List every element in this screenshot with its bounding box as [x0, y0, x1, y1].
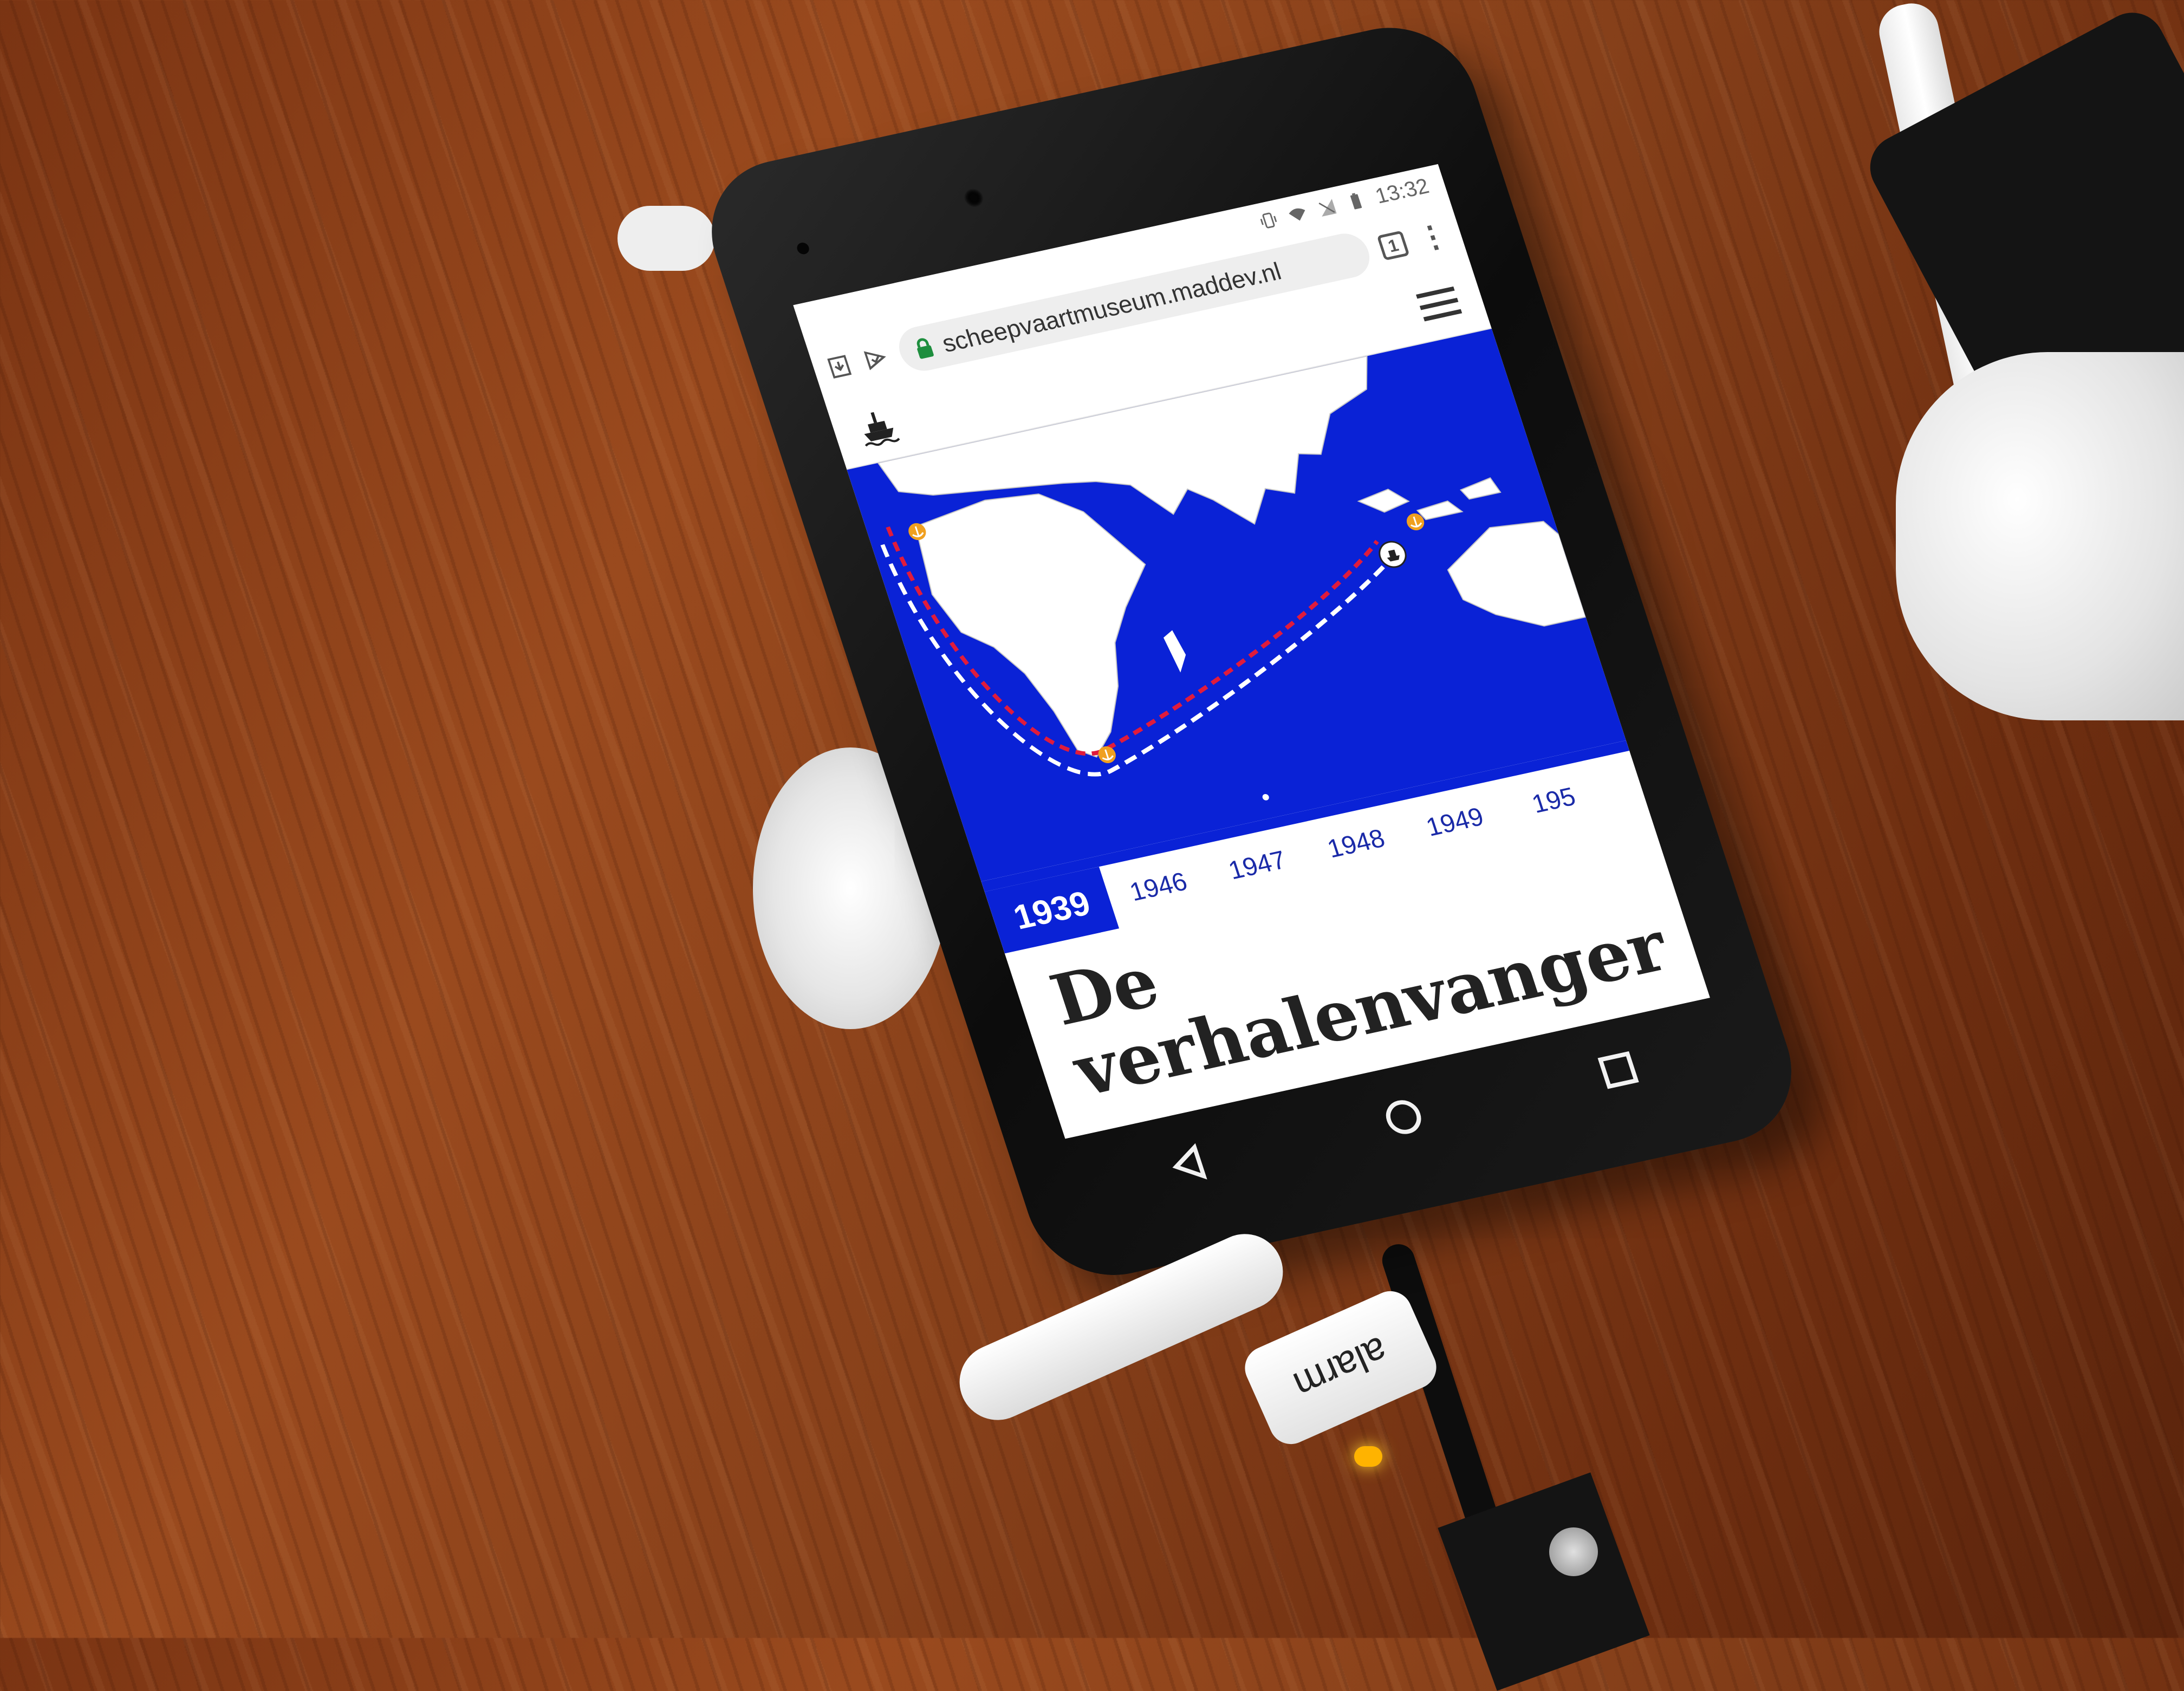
- indonesia-land: [1357, 477, 1502, 521]
- status-time: 13:32: [1372, 174, 1432, 208]
- alarm-label: alarm: [1287, 1328, 1394, 1408]
- back-icon[interactable]: [1161, 1139, 1217, 1189]
- map-dot: [1262, 794, 1269, 801]
- africa-land: [915, 493, 1146, 758]
- no-signal-icon: [1318, 199, 1337, 217]
- wifi-icon: [1289, 208, 1305, 221]
- year-item[interactable]: 195: [1500, 776, 1608, 825]
- neighbour-stand: [1896, 352, 2184, 720]
- battery-icon: [1350, 193, 1362, 210]
- alarm-led: [1354, 1446, 1382, 1467]
- year-item[interactable]: 1949: [1401, 797, 1509, 847]
- hamburger-menu-icon[interactable]: [1412, 281, 1466, 326]
- year-item[interactable]: 1947: [1203, 840, 1311, 890]
- ship-marker-icon[interactable]: [1376, 539, 1409, 570]
- australia-land: [1447, 521, 1587, 627]
- year-item[interactable]: 1946: [1104, 862, 1212, 912]
- lock-icon: [916, 338, 934, 359]
- recents-icon[interactable]: [1591, 1045, 1646, 1095]
- phone-screen: 13:32 scheepvaartmuseum.maddev.nl 1 ⋮ 19…: [793, 164, 1710, 1139]
- tab-switcher-button[interactable]: 1: [1376, 230, 1410, 261]
- overflow-menu-button[interactable]: ⋮: [1413, 217, 1452, 256]
- front-camera: [962, 187, 986, 209]
- ship-logo-icon[interactable]: [850, 402, 905, 452]
- home-icon[interactable]: [1376, 1092, 1431, 1142]
- download-icon[interactable]: [824, 352, 855, 381]
- proximity-sensor: [795, 241, 811, 256]
- lock-screw: [1549, 1527, 1598, 1576]
- phone: 13:32 scheepvaartmuseum.maddev.nl 1 ⋮ 19…: [691, 12, 1813, 1291]
- check-icon[interactable]: [860, 344, 892, 373]
- alarm-connector: alarm: [1238, 1284, 1444, 1451]
- madagascar-land: [1164, 630, 1186, 673]
- security-cable-top: [618, 206, 715, 271]
- vibrate-icon: [1260, 212, 1277, 229]
- year-item[interactable]: 1948: [1302, 818, 1410, 868]
